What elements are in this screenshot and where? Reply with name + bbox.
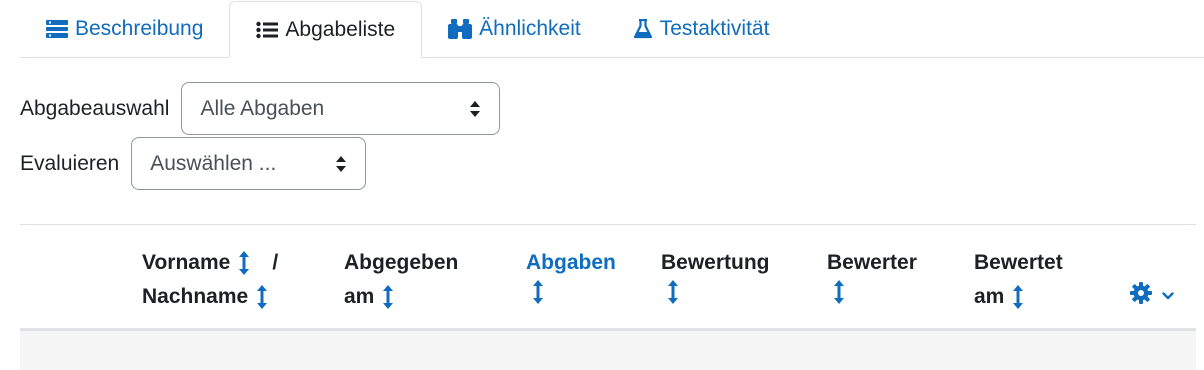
sort-icon[interactable]: [1012, 285, 1024, 309]
sort-icon[interactable]: [667, 280, 679, 304]
header-submitted[interactable]: Abgegeben am: [344, 246, 458, 314]
column-settings-menu[interactable]: [1130, 282, 1174, 309]
header-grader[interactable]: Bewerter: [827, 246, 917, 304]
submission-filter-row: Abgabeauswahl Alle Abgaben: [20, 82, 501, 135]
header-separator: /: [272, 251, 279, 274]
flask-icon: [633, 19, 653, 39]
submission-select[interactable]: Alle Abgaben: [181, 82, 501, 135]
list-icon: [256, 21, 279, 39]
binoculars-icon: [448, 19, 473, 39]
section-divider: [20, 224, 1196, 225]
sort-icon[interactable]: [256, 285, 268, 309]
select-caret-icon: [335, 155, 347, 173]
evaluate-select[interactable]: Auswählen ...: [131, 137, 367, 190]
sort-icon[interactable]: [238, 251, 250, 275]
tab-label: Beschreibung: [75, 17, 204, 40]
header-submitted-line2: am: [344, 285, 375, 308]
header-lastname[interactable]: Nachname: [142, 280, 248, 314]
header-graded-line1: Bewertet: [974, 251, 1063, 274]
list-box-icon: [46, 20, 68, 38]
tab-label: Abgabeliste: [285, 17, 396, 41]
header-graded-line2: am: [974, 285, 1005, 308]
tab-label: Ähnlichkeit: [479, 17, 581, 40]
sort-icon[interactable]: [382, 285, 394, 309]
evaluate-label: Evaluieren: [20, 151, 120, 175]
header-submissions[interactable]: Abgaben: [526, 246, 616, 304]
table-row: [20, 331, 1196, 370]
header-submitted-line1: Abgegeben: [344, 251, 459, 274]
header-grade[interactable]: Bewertung: [661, 246, 770, 304]
evaluate-select-value: Auswählen ...: [150, 151, 277, 175]
header-grader-label: Bewerter: [827, 251, 917, 274]
submission-filter-label: Abgabeauswahl: [20, 96, 170, 120]
tab-abgabeliste[interactable]: Abgabeliste: [229, 1, 423, 58]
header-name: Vorname / Nachname: [142, 246, 278, 314]
chevron-down-icon: [1162, 287, 1174, 305]
tab-bar: Beschreibung Abgabeliste Ähnlichkeit Tes…: [20, 0, 1204, 58]
sort-icon[interactable]: [532, 280, 544, 304]
header-grade-label: Bewertung: [661, 251, 770, 274]
tab-beschreibung[interactable]: Beschreibung: [20, 1, 229, 57]
sort-icon[interactable]: [833, 280, 845, 304]
select-caret-icon: [469, 100, 481, 118]
evaluate-row: Evaluieren Auswählen ...: [20, 137, 367, 190]
tab-label: Testaktivität: [659, 17, 770, 40]
tab-testaktivitaet[interactable]: Testaktivität: [607, 1, 796, 57]
gear-icon: [1130, 282, 1152, 309]
header-graded[interactable]: Bewertet am: [974, 246, 1063, 314]
tab-aehnlichkeit[interactable]: Ähnlichkeit: [422, 1, 607, 57]
header-submissions-label: Abgaben: [526, 251, 616, 274]
submission-select-value: Alle Abgaben: [200, 96, 325, 120]
header-firstname[interactable]: Vorname: [142, 246, 230, 280]
